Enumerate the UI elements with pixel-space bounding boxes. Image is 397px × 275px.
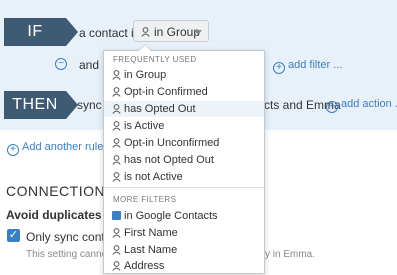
condition-select[interactable]: in Group <box>133 20 209 42</box>
more-filters-header: MORE FILTERS <box>113 195 177 204</box>
dropdown-item-opt-in-confirmed[interactable]: Opt-in Confirmed <box>104 84 264 100</box>
avoid-duplicates-label: Avoid duplicates <box>6 208 102 222</box>
plus-icon: + <box>7 144 19 156</box>
dropdown-item-in-google-contacts[interactable]: in Google Contacts <box>104 208 264 224</box>
dropdown-item-is-not-active[interactable]: is not Active <box>104 169 264 185</box>
person-icon <box>112 138 121 148</box>
dropdown-item-last-name[interactable]: Last Name <box>104 242 264 258</box>
person-icon <box>112 70 121 80</box>
add-filter-link[interactable]: + add filter ... <box>273 59 342 74</box>
setting-note-end: y in Emma. <box>265 249 316 260</box>
google-contacts-icon <box>112 211 121 220</box>
person-icon <box>112 155 121 165</box>
setting-note: This setting canno <box>26 249 108 260</box>
remove-filter-icon[interactable]: − <box>55 58 67 70</box>
dropdown-divider <box>104 187 264 188</box>
person-icon <box>112 172 121 182</box>
and-text: and <box>79 58 100 72</box>
add-rule-link[interactable]: + Add another rule . <box>7 141 109 156</box>
add-action-link[interactable]: +add action ... <box>326 98 397 113</box>
filter-dropdown: FREQUENTLY USED in Group Opt-in Confirme… <box>103 44 265 274</box>
dropdown-item-is-active[interactable]: is Active <box>104 118 264 134</box>
person-icon <box>112 104 121 114</box>
person-icon <box>112 228 121 238</box>
connection-title: CONNECTION <box>6 183 106 199</box>
check-icon: ✓ <box>8 229 19 241</box>
plus-icon: + <box>273 62 285 74</box>
person-icon <box>112 245 121 255</box>
person-icon <box>112 261 121 271</box>
dropdown-item-has-opted-out[interactable]: has Opted Out <box>104 101 264 117</box>
contact-text: a contact is <box>79 26 140 40</box>
person-icon <box>141 27 150 37</box>
dropdown-item-has-not-opted-out[interactable]: has not Opted Out <box>104 152 264 168</box>
dropdown-item-first-name[interactable]: First Name <box>104 225 264 241</box>
sync-contacts-checkbox[interactable]: ✓ <box>7 229 20 242</box>
person-icon <box>112 121 121 131</box>
plus-icon: + <box>326 101 338 113</box>
if-tag: IF <box>4 18 78 46</box>
dropdown-item-in-group[interactable]: in Group <box>104 67 264 83</box>
dropdown-item-address[interactable]: Address <box>104 258 264 274</box>
then-tag: THEN <box>4 91 78 119</box>
frequently-used-header: FREQUENTLY USED <box>113 55 197 64</box>
chevron-down-icon <box>194 30 202 35</box>
dropdown-item-opt-in-unconfirmed[interactable]: Opt-in Unconfirmed <box>104 135 264 151</box>
person-icon <box>112 87 121 97</box>
